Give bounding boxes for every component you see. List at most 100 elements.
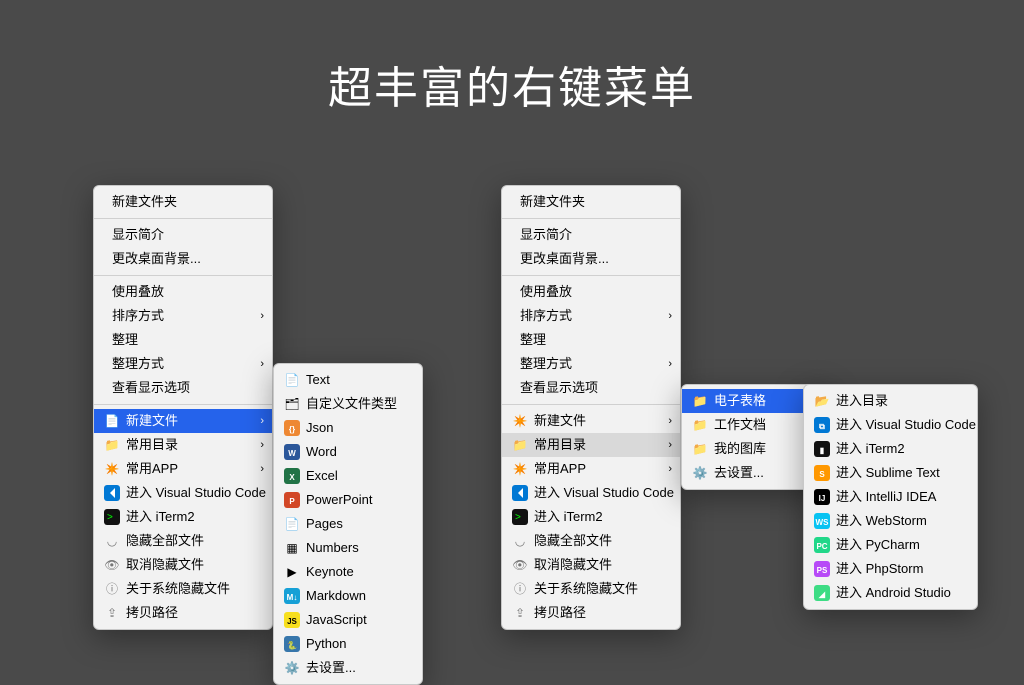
submenu-item-label: 进入目录 bbox=[836, 392, 888, 410]
menu-item-about-hidden[interactable]: ⓘ关于系统隐藏文件 bbox=[502, 577, 680, 601]
app-icon: ✴️ bbox=[512, 461, 528, 477]
submenu-item-label: Excel bbox=[306, 467, 338, 485]
vscode-icon: ⧉ bbox=[814, 417, 830, 433]
menu-item-unhide[interactable]: 👁取消隐藏文件 bbox=[94, 553, 272, 577]
info-icon: ⓘ bbox=[512, 581, 528, 597]
menu-item-clean-up[interactable]: 整理 bbox=[502, 328, 680, 352]
idea-icon: IJ bbox=[814, 489, 830, 505]
submenu-item-filetype[interactable]: JSJavaScript bbox=[274, 608, 422, 632]
menu-item-hide-all[interactable]: ◡隐藏全部文件 bbox=[94, 529, 272, 553]
folder-open-icon: 📂 bbox=[814, 393, 830, 409]
submenu-item-label: Json bbox=[306, 419, 333, 437]
submenu-item-label: 进入 PyCharm bbox=[836, 536, 920, 554]
svg-text:P: P bbox=[289, 497, 295, 506]
submenu-item-label: Text bbox=[306, 371, 330, 389]
menu-item-change-bg[interactable]: 更改桌面背景... bbox=[94, 247, 272, 271]
chevron-right-icon: › bbox=[668, 355, 672, 373]
menu-item-unhide[interactable]: 👁取消隐藏文件 bbox=[502, 553, 680, 577]
menu-item-hide-all[interactable]: ◡隐藏全部文件 bbox=[502, 529, 680, 553]
submenu-item-label: 我的图库 bbox=[714, 440, 766, 458]
submenu-item-app[interactable]: S进入 Sublime Text bbox=[804, 461, 977, 485]
folder-icon: 📁 bbox=[692, 417, 708, 433]
separator bbox=[502, 275, 680, 276]
js-icon: JS bbox=[284, 612, 300, 628]
svg-text:▮: ▮ bbox=[820, 446, 824, 455]
submenu-item-app[interactable]: ⧉进入 Visual Studio Code bbox=[804, 413, 977, 437]
md-icon: M↓ bbox=[284, 588, 300, 604]
submenu-item-app[interactable]: IJ 进入 IntelliJ IDEA bbox=[804, 485, 977, 509]
submenu-item-filetype[interactable]: ▶Keynote bbox=[274, 560, 422, 584]
submenu-item-filetype[interactable]: 🐍Python bbox=[274, 632, 422, 656]
svg-text:X: X bbox=[289, 473, 295, 482]
menu-item-copy-path[interactable]: ⇪拷贝路径 bbox=[94, 601, 272, 625]
submenu-item-app[interactable]: ◢ 进入 Android Studio bbox=[804, 581, 977, 605]
submenu-item-filetype[interactable]: 📄Text bbox=[274, 368, 422, 392]
menu-item-fav-apps[interactable]: ✴️常用APP› bbox=[94, 457, 272, 481]
menu-item-get-info[interactable]: 显示简介 bbox=[94, 223, 272, 247]
menu-item-sort-by[interactable]: 排序方式› bbox=[94, 304, 272, 328]
sublime-icon: S bbox=[814, 465, 830, 481]
submenu-item-app[interactable]: ▮进入 iTerm2 bbox=[804, 437, 977, 461]
file-icon: 📄 bbox=[104, 413, 120, 429]
menu-item-new-file[interactable]: ✴️新建文件› bbox=[502, 409, 680, 433]
webstorm-icon: WS bbox=[814, 513, 830, 529]
menu-item-enter-iterm2[interactable]: >进入 iTerm2 bbox=[94, 505, 272, 529]
keynote-icon: ▶ bbox=[284, 564, 300, 580]
menu-item-get-info[interactable]: 显示简介 bbox=[502, 223, 680, 247]
menu-item-clean-up-by[interactable]: 整理方式› bbox=[94, 352, 272, 376]
menu-item-view-options[interactable]: 查看显示选项 bbox=[94, 376, 272, 400]
svg-text:⧉: ⧉ bbox=[819, 422, 825, 431]
chevron-right-icon: › bbox=[260, 355, 264, 373]
separator bbox=[94, 275, 272, 276]
custom-icon: 🗂 bbox=[284, 396, 300, 412]
submenu-item-filetype[interactable]: ▦Numbers bbox=[274, 536, 422, 560]
chevron-right-icon: › bbox=[668, 460, 672, 478]
menu-item-fav-apps[interactable]: ✴️常用APP› bbox=[502, 457, 680, 481]
context-menu-right: 新建文件夹 显示简介 更改桌面背景... 使用叠放 排序方式› 整理 整理方式›… bbox=[501, 185, 681, 630]
path-icon: ⇪ bbox=[104, 605, 120, 621]
menu-item-about-hidden[interactable]: ⓘ关于系统隐藏文件 bbox=[94, 577, 272, 601]
menu-item-view-options[interactable]: 查看显示选项 bbox=[502, 376, 680, 400]
path-icon: ⇪ bbox=[512, 605, 528, 621]
submenu-item-label: 进入 IntelliJ IDEA bbox=[836, 488, 936, 506]
menu-item-fav-dirs[interactable]: 📁常用目录› bbox=[94, 433, 272, 457]
menu-item-change-bg[interactable]: 更改桌面背景... bbox=[502, 247, 680, 271]
menu-item-fav-dirs[interactable]: 📁常用目录› bbox=[502, 433, 680, 457]
submenu-item-filetype[interactable]: 🗂自定义文件类型 bbox=[274, 392, 422, 416]
menu-item-clean-up[interactable]: 整理 bbox=[94, 328, 272, 352]
submenu-item-label: Word bbox=[306, 443, 337, 461]
submenu-item-filetype[interactable]: 📄Pages bbox=[274, 512, 422, 536]
submenu-item-app[interactable]: PS进入 PhpStorm bbox=[804, 557, 977, 581]
submenu-item-label: 进入 Android Studio bbox=[836, 584, 951, 602]
menu-item-enter-vscode[interactable]: 进入 Visual Studio Code bbox=[94, 481, 272, 505]
svg-text:◢: ◢ bbox=[818, 590, 826, 599]
menu-item-new-file[interactable]: 📄新建文件› bbox=[94, 409, 272, 433]
submenu-item-app[interactable]: 📂 进入目录 bbox=[804, 389, 977, 413]
menu-item-sort-by[interactable]: 排序方式› bbox=[502, 304, 680, 328]
menu-item-new-folder[interactable]: 新建文件夹 bbox=[502, 190, 680, 214]
menu-item-copy-path[interactable]: ⇪拷贝路径 bbox=[502, 601, 680, 625]
eye-icon: 👁 bbox=[512, 557, 528, 573]
submenu-item-filetype[interactable]: {}Json bbox=[274, 416, 422, 440]
submenu-item-label: 工作文档 bbox=[714, 416, 766, 434]
menu-item-clean-up-by[interactable]: 整理方式› bbox=[502, 352, 680, 376]
submenu-item-filetype[interactable]: M↓Markdown bbox=[274, 584, 422, 608]
iterm-icon: ▮ bbox=[814, 441, 830, 457]
py-icon: 🐍 bbox=[284, 636, 300, 652]
vscode-icon bbox=[512, 485, 528, 501]
submenu-item-app[interactable]: WS 进入 WebStorm bbox=[804, 509, 977, 533]
menu-item-enter-vscode[interactable]: 进入 Visual Studio Code bbox=[502, 481, 680, 505]
menu-item-use-stacks[interactable]: 使用叠放 bbox=[502, 280, 680, 304]
submenu-item-filetype[interactable]: W Word bbox=[274, 440, 422, 464]
submenu-item-filetype[interactable]: X Excel bbox=[274, 464, 422, 488]
submenu-item-label: 进入 WebStorm bbox=[836, 512, 927, 530]
submenu-item-filetype[interactable]: PPowerPoint bbox=[274, 488, 422, 512]
submenu-item-app[interactable]: PC进入 PyCharm bbox=[804, 533, 977, 557]
menu-item-enter-iterm2[interactable]: >进入 iTerm2 bbox=[502, 505, 680, 529]
phpstorm-icon: PS bbox=[814, 561, 830, 577]
word-icon: W bbox=[284, 444, 300, 460]
menu-item-use-stacks[interactable]: 使用叠放 bbox=[94, 280, 272, 304]
submenu-item-filetype[interactable]: ⚙️去设置... bbox=[274, 656, 422, 680]
svg-text:WS: WS bbox=[816, 518, 830, 527]
menu-item-new-folder[interactable]: 新建文件夹 bbox=[94, 190, 272, 214]
